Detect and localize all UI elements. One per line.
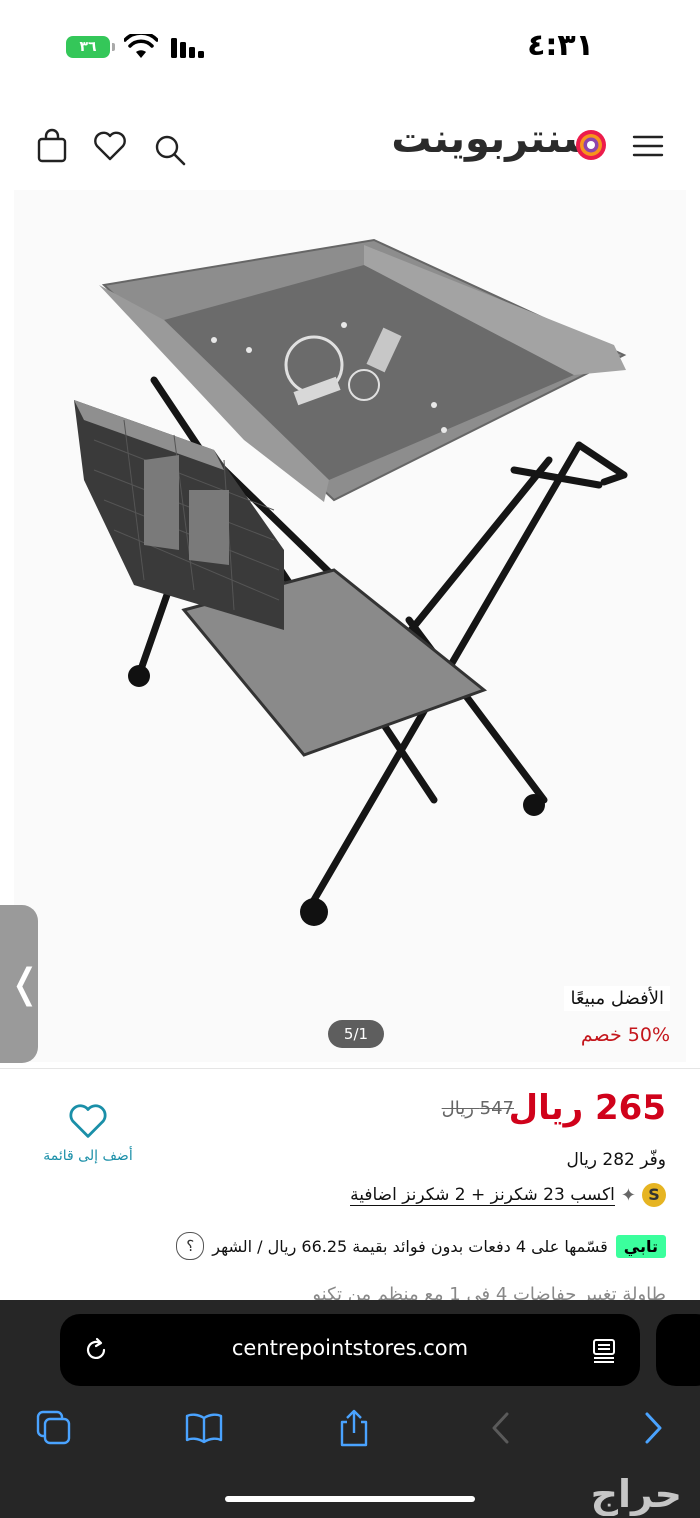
help-icon[interactable]: ؟ (176, 1232, 205, 1260)
forward-icon[interactable] (634, 1408, 674, 1448)
tabby-text: قسّمها على 4 دفعات بدون فوائد بقيمة 66.2… (212, 1236, 608, 1256)
browser-toolbar: centrepointstores.com حراج (0, 1300, 700, 1518)
cell-signal-icon (171, 38, 204, 58)
tabby-badge: تابي (615, 1234, 666, 1258)
back-icon[interactable] (482, 1408, 522, 1448)
logo-icon[interactable] (574, 128, 608, 162)
chevron-left-icon: ❬ (8, 961, 42, 1007)
gallery-prev-tab[interactable]: ❬ (0, 905, 42, 1063)
search-icon[interactable] (152, 132, 188, 168)
heart-icon[interactable] (92, 128, 128, 164)
wifi-icon (124, 34, 158, 58)
next-tab-preview[interactable] (656, 1314, 700, 1386)
battery-icon: ٣٦ (66, 36, 110, 58)
shukranz-text[interactable]: اكسب 23 شكرنز + 2 شكرنز اضافية (350, 1185, 615, 1206)
product-image[interactable] (14, 190, 686, 1062)
tabby-installments-row[interactable]: تابي قسّمها على 4 دفعات بدون فوائد بقيمة… (176, 1232, 666, 1260)
shukranz-row[interactable]: S ✦ اكسب 23 شكرنز + 2 شكرنز اضافية (350, 1182, 666, 1208)
sparkle-icon: ✦ (620, 1184, 636, 1206)
reader-icon[interactable] (590, 1336, 618, 1364)
address-bar[interactable]: centrepointstores.com (60, 1314, 640, 1386)
status-bar: ٣٦ ٤:٣١ (0, 0, 700, 95)
add-to-wishlist-button[interactable]: أضف إلى قائمة (38, 1100, 138, 1164)
bestseller-badge: الأفضل مبيعًا (564, 986, 670, 1011)
battery-tip (112, 43, 115, 51)
site-header: سنتربوينت (0, 110, 700, 180)
heart-outline-icon (69, 1104, 107, 1138)
site-logo-text[interactable]: سنتربوينت (391, 116, 603, 162)
status-time: ٤:٣١ (527, 28, 594, 63)
watermark: حراج (590, 1472, 682, 1516)
home-indicator (225, 1496, 475, 1502)
product-price: 265 ريال (508, 1088, 666, 1128)
divider (0, 1068, 700, 1069)
tabs-icon[interactable] (34, 1408, 74, 1448)
savings-text: وفّر 282 ريال (566, 1150, 666, 1170)
share-icon[interactable] (334, 1408, 374, 1448)
gallery-pager: 5/1 (328, 1020, 384, 1048)
url-text[interactable]: centrepointstores.com (60, 1336, 640, 1360)
old-price: 547 ريال (441, 1098, 514, 1119)
shukranz-badge: S (642, 1183, 666, 1207)
wishlist-label: أضف إلى قائمة (43, 1148, 133, 1164)
product-image-gallery[interactable] (14, 190, 686, 1062)
bag-icon[interactable] (34, 128, 70, 164)
hamburger-icon[interactable] (630, 128, 666, 164)
discount-badge: 50% خصم (580, 1024, 670, 1046)
bookmarks-icon[interactable] (184, 1408, 224, 1448)
